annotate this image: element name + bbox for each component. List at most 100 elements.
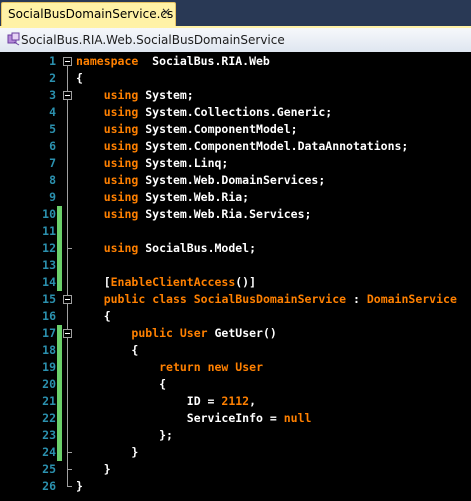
code-text: { bbox=[76, 70, 83, 87]
outline-line bbox=[67, 100, 68, 487]
line-number: 2 bbox=[49, 71, 56, 85]
code-line[interactable]: 14 [EnableClientAccess()] bbox=[0, 274, 471, 291]
type-token: EnableClientAccess bbox=[110, 275, 236, 289]
text-token: , bbox=[249, 394, 257, 408]
change-indicator bbox=[57, 240, 62, 257]
code-text: [EnableClientAccess()] bbox=[76, 274, 256, 291]
code-line[interactable]: 9 using System.Web.Ria; bbox=[0, 189, 471, 206]
text-token: { bbox=[76, 71, 83, 85]
text-token: } bbox=[76, 462, 111, 476]
outline-end bbox=[67, 469, 72, 470]
code-text: } bbox=[76, 444, 138, 461]
code-line[interactable]: 16 { bbox=[0, 308, 471, 325]
collapse-icon[interactable] bbox=[63, 57, 72, 66]
code-line[interactable]: 13 bbox=[0, 257, 471, 274]
code-line[interactable]: 23 }; bbox=[0, 427, 471, 444]
keyword-token: using bbox=[103, 105, 139, 119]
code-line[interactable]: 6 using System.ComponentModel.DataAnnota… bbox=[0, 138, 471, 155]
text-token: : bbox=[346, 292, 367, 306]
keyword-token: using bbox=[103, 122, 139, 136]
line-number: 16 bbox=[42, 309, 56, 323]
code-text: } bbox=[76, 478, 83, 495]
code-line[interactable]: 8 using System.Web.DomainServices; bbox=[0, 172, 471, 189]
text-token: }; bbox=[76, 428, 173, 442]
code-text: ServiceInfo = null bbox=[76, 410, 312, 427]
text-token: ()] bbox=[235, 275, 257, 289]
change-indicator bbox=[57, 376, 62, 393]
line-number: 1 bbox=[49, 54, 56, 68]
code-text: { bbox=[76, 308, 111, 325]
code-line[interactable]: 18 { bbox=[0, 342, 471, 359]
navigation-bar[interactable]: SocialBus.RIA.Web.SocialBusDomainService bbox=[0, 26, 471, 52]
line-number: 23 bbox=[42, 428, 56, 442]
keyword-token: public bbox=[131, 326, 173, 340]
collapse-icon[interactable] bbox=[63, 91, 72, 100]
line-number: 11 bbox=[42, 224, 56, 238]
keyword-token: using bbox=[103, 88, 139, 102]
line-number: 21 bbox=[42, 394, 56, 408]
text-token: System.Collections.Generic; bbox=[138, 105, 333, 119]
change-indicator bbox=[57, 359, 62, 376]
line-number: 22 bbox=[42, 411, 56, 425]
text-token: ServiceInfo = bbox=[76, 411, 284, 425]
text-token: { bbox=[76, 343, 139, 357]
line-number: 4 bbox=[49, 105, 56, 119]
change-indicator bbox=[57, 393, 62, 410]
code-text: using System.Linq; bbox=[76, 155, 229, 172]
code-line[interactable]: 7 using System.Linq; bbox=[0, 155, 471, 172]
keyword-token: return bbox=[159, 360, 201, 374]
outline-end bbox=[67, 486, 72, 487]
code-text: } bbox=[76, 461, 111, 478]
code-editor[interactable]: 1 namespace SocialBus.RIA.Web 2{3 using Sy… bbox=[0, 52, 471, 501]
change-indicator bbox=[57, 257, 62, 274]
code-line[interactable]: 19 return new User bbox=[0, 359, 471, 376]
type-token: User bbox=[235, 360, 263, 374]
keyword-token: using bbox=[103, 207, 139, 221]
change-indicator bbox=[57, 410, 62, 427]
text-token: System.Linq; bbox=[138, 156, 229, 170]
type-selector[interactable]: SocialBus.RIA.Web.SocialBusDomainService bbox=[21, 33, 285, 47]
close-icon[interactable]: × bbox=[161, 5, 171, 19]
line-number: 15 bbox=[42, 292, 56, 306]
change-indicator bbox=[57, 325, 62, 342]
outline-end bbox=[67, 452, 72, 453]
outline-line bbox=[67, 66, 68, 91]
outline-end bbox=[67, 248, 72, 249]
code-line[interactable]: 11 bbox=[0, 223, 471, 240]
text-token: System; bbox=[138, 88, 194, 102]
text-token: System.Web.DomainServices; bbox=[138, 173, 326, 187]
code-text: public class SocialBusDomainService : Do… bbox=[76, 291, 457, 308]
keyword-token: public bbox=[103, 292, 146, 306]
text-token: SocialBus.Model; bbox=[138, 241, 257, 255]
line-number: 9 bbox=[49, 190, 56, 204]
code-text: using System.Web.Ria; bbox=[76, 189, 249, 206]
code-line[interactable]: 4 using System.Collections.Generic; bbox=[0, 104, 471, 121]
keyword-token: using bbox=[103, 173, 139, 187]
code-line[interactable]: 2{ bbox=[0, 70, 471, 87]
collapse-icon[interactable] bbox=[63, 295, 72, 304]
code-line[interactable]: 5 using System.ComponentModel; bbox=[0, 121, 471, 138]
code-line[interactable]: 20 { bbox=[0, 376, 471, 393]
text-token: System.ComponentModel; bbox=[138, 122, 298, 136]
file-tab[interactable]: SocialBusDomainService.cs × bbox=[1, 2, 176, 26]
line-number: 7 bbox=[49, 156, 56, 170]
line-number: 13 bbox=[42, 258, 56, 272]
code-line[interactable]: 22 ServiceInfo = null bbox=[0, 410, 471, 427]
keyword-token: using bbox=[103, 139, 139, 153]
code-line[interactable]: 10 using System.Web.Ria.Services; bbox=[0, 206, 471, 223]
change-indicator bbox=[57, 223, 62, 240]
code-text: using System.Collections.Generic; bbox=[76, 104, 333, 121]
code-line[interactable]: 21 ID = 2112, bbox=[0, 393, 471, 410]
text-token: System.ComponentModel.DataAnnotations; bbox=[138, 139, 409, 153]
text-token: GetUser() bbox=[207, 326, 277, 340]
collapse-icon[interactable] bbox=[63, 329, 72, 338]
